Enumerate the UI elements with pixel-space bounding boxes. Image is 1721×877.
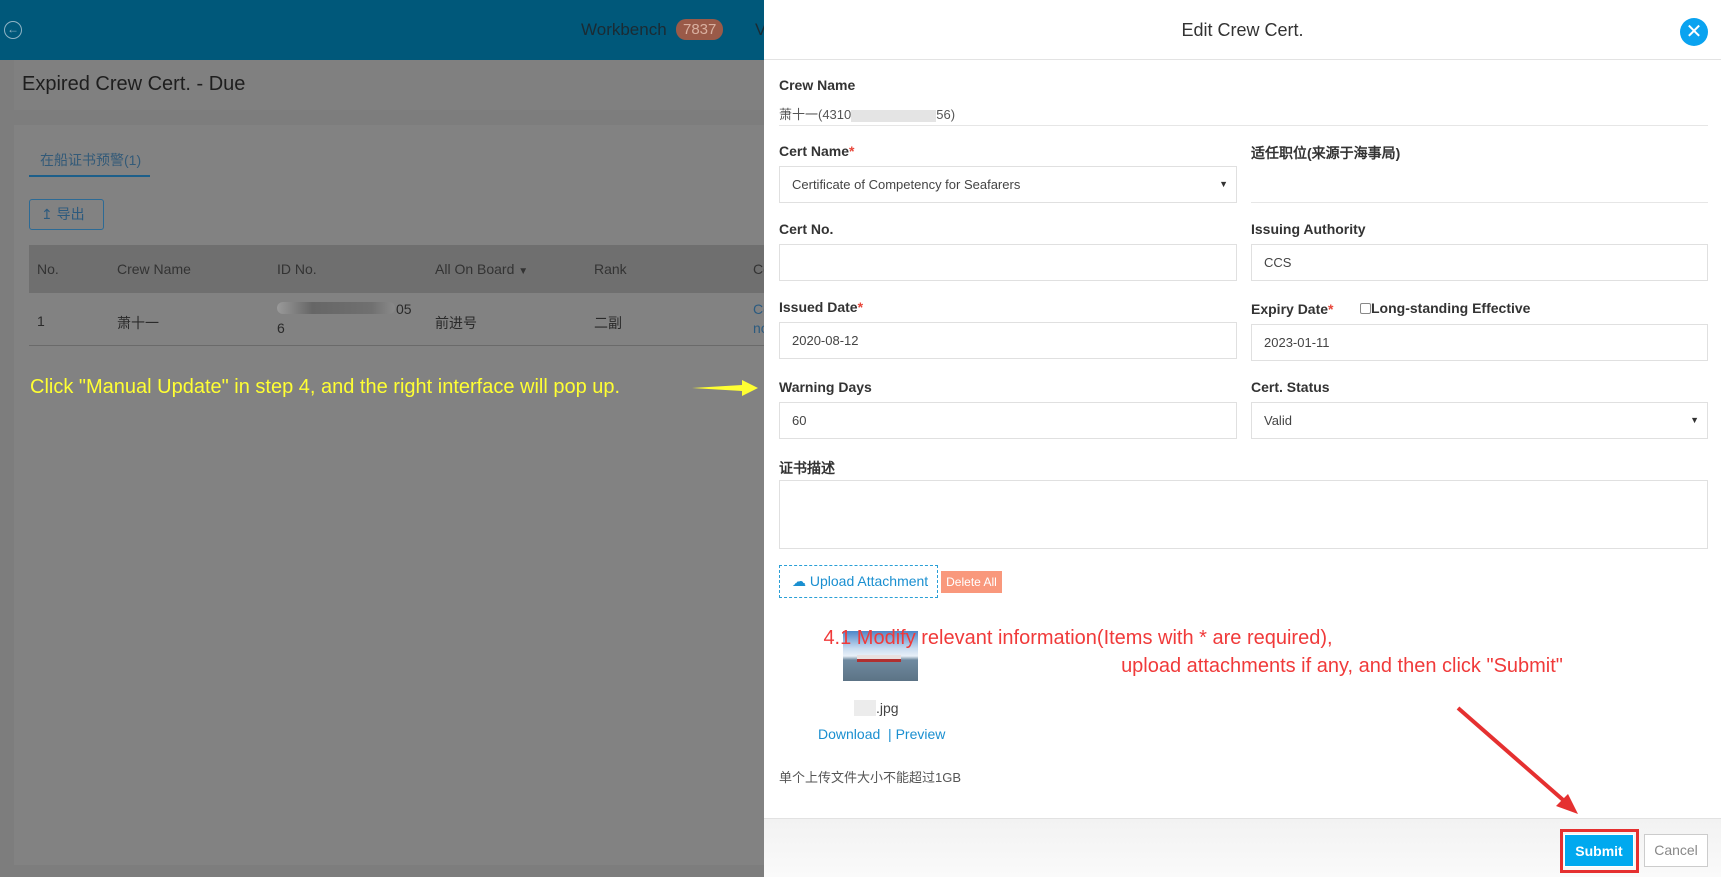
expiry-date-label: Expiry Date*	[1251, 301, 1334, 317]
row-divider	[29, 345, 764, 346]
workbench-link[interactable]: Workbench	[581, 20, 667, 40]
position-label: 适任职位(来源于海事局)	[1251, 145, 1401, 161]
crew-name-value: 萧十一(4310 56)	[779, 104, 955, 123]
label-text: Issued Date	[779, 299, 858, 315]
annotation-step4-1-line1: 4.1 Modify relevant information(Items wi…	[823, 627, 1333, 649]
label-text: Cert Name	[779, 143, 850, 159]
cert-name-label: Cert Name*	[779, 143, 854, 159]
drawer-title: Edit Crew Cert.	[1181, 20, 1304, 40]
content-card	[14, 125, 764, 865]
caret-down-icon: ▼	[518, 266, 529, 277]
cell-vessel: 前进号	[435, 315, 477, 331]
crew-name-suffix: 56)	[936, 107, 956, 122]
divider	[779, 125, 1708, 126]
crew-name-prefix: 萧十一(4310	[779, 107, 852, 122]
cell-crew-name: 萧十一	[117, 315, 159, 331]
col-label: All On Board	[435, 261, 515, 277]
warning-days-input[interactable]: 60	[779, 402, 1237, 439]
cert-status-label: Cert. Status	[1251, 379, 1330, 395]
cell-id-tail: 05	[396, 301, 412, 317]
warning-days-label: Warning Days	[779, 379, 872, 395]
upload-icon: ↥	[41, 206, 53, 222]
expiry-date-input[interactable]: 2023-01-11	[1251, 324, 1708, 361]
issuing-authority-label: Issuing Authority	[1251, 221, 1366, 237]
redacted-filename	[854, 700, 876, 716]
col-rank: Rank	[594, 261, 627, 277]
issuing-authority-input[interactable]: CCS	[1251, 244, 1708, 281]
workbench-count-badge: 7837	[676, 19, 724, 40]
issued-date-input[interactable]: 2020-08-12	[779, 322, 1237, 359]
required-asterisk: *	[857, 299, 864, 315]
download-link[interactable]: Download	[818, 726, 880, 742]
upload-label: Upload Attachment	[809, 573, 929, 589]
long-standing-checkbox[interactable]: Long-standing Effective	[1360, 300, 1530, 316]
close-icon[interactable]: ✕	[1680, 18, 1708, 46]
col-crew-name: Crew Name	[117, 261, 191, 277]
attachment-filename: .jpg	[876, 700, 899, 716]
required-asterisk: *	[849, 143, 855, 159]
preview-link[interactable]: | Preview	[888, 726, 945, 742]
description-label: 证书描述	[779, 460, 835, 476]
redacted-id	[851, 109, 937, 122]
cancel-button[interactable]: Cancel	[1644, 834, 1708, 867]
select-value: Certificate of Competency for Seafarers	[792, 177, 1021, 192]
yellow-arrow-icon	[692, 380, 758, 396]
upload-attachment-button[interactable]: ☁ Upload Attachment	[779, 565, 938, 598]
cell-no: 1	[37, 313, 45, 329]
select-value: Valid	[1264, 413, 1292, 428]
upload-limit-hint: 单个上传文件大小不能超过1GB	[779, 770, 962, 785]
cert-no-input[interactable]	[779, 244, 1237, 281]
checkbox-icon[interactable]	[1360, 303, 1371, 314]
cloud-upload-icon: ☁	[792, 573, 806, 589]
label-text: Expiry Date	[1251, 301, 1329, 317]
col-all-on-board[interactable]: All On Board ▼	[435, 261, 528, 277]
cert-no-label: Cert No.	[779, 221, 834, 237]
active-tab-indicator	[29, 175, 150, 177]
col-id-no: ID No.	[277, 261, 317, 277]
red-arrow-icon	[1456, 706, 1578, 814]
export-label: 导出	[56, 206, 85, 222]
checkbox-label: Long-standing Effective	[1371, 300, 1531, 316]
delete-all-button[interactable]: Delete All	[941, 571, 1002, 593]
required-asterisk: *	[1328, 301, 1334, 317]
back-arrow-icon[interactable]: ←	[4, 21, 22, 39]
attachment-actions: Download | Preview	[818, 726, 945, 742]
export-button[interactable]: ↥ 导出	[29, 199, 104, 230]
cell-id-line2: 6	[277, 320, 285, 336]
tab-onboard-cert-warning[interactable]: 在船证书预警(1)	[40, 150, 141, 170]
page-title: Expired Crew Cert. - Due	[22, 73, 246, 95]
submit-button[interactable]: Submit	[1564, 834, 1634, 867]
caret-down-icon: ▼	[1219, 179, 1228, 189]
description-textarea[interactable]	[779, 480, 1708, 549]
col-no: No.	[37, 261, 59, 277]
annotation-step4: Click "Manual Update" in step 4, and the…	[30, 376, 621, 398]
annotation-step4-1-line2: upload attachments if any, and then clic…	[1121, 655, 1563, 677]
caret-down-icon: ▼	[1690, 415, 1699, 425]
position-value-underline	[1251, 202, 1708, 203]
redacted-id	[277, 302, 395, 314]
cert-name-select[interactable]: Certificate of Competency for Seafarers ▼	[779, 166, 1237, 203]
cell-rank: 二副	[594, 315, 622, 331]
crew-name-label: Crew Name	[779, 77, 856, 93]
cert-status-select[interactable]: Valid ▼	[1251, 402, 1708, 439]
issued-date-label: Issued Date*	[779, 299, 863, 315]
